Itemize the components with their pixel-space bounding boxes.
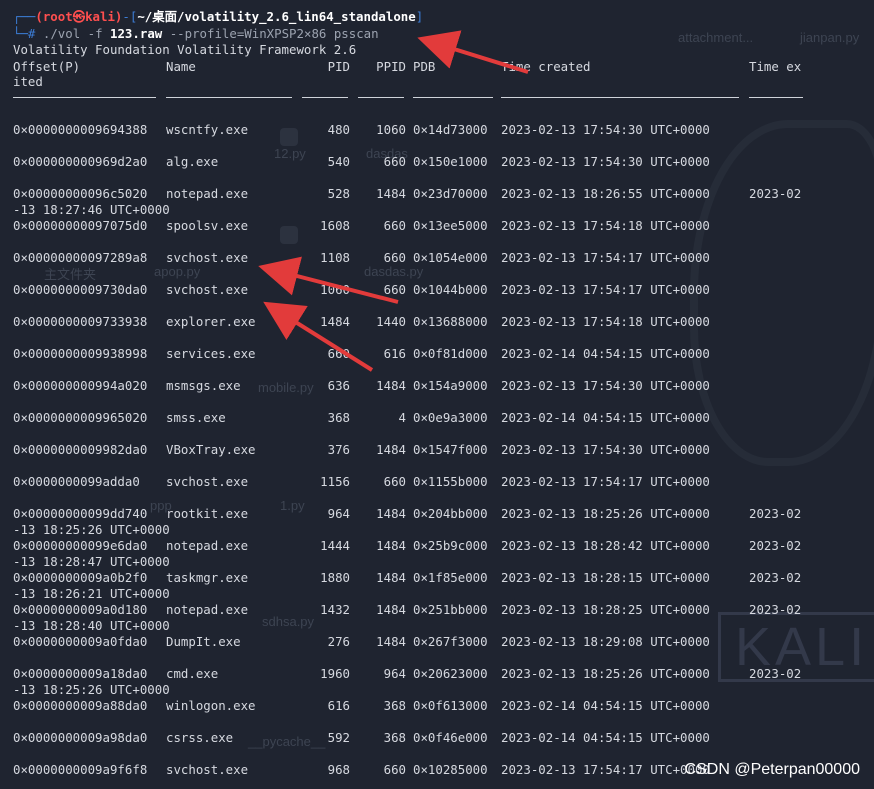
arrow-to-svchost-1108: [258, 256, 399, 304]
arrow-to-svchost-1060: [263, 301, 374, 372]
csdn-watermark: CSDN @Peterpan00000: [684, 761, 860, 778]
annotation-arrows: [258, 30, 529, 372]
arrow-to-command: [417, 30, 529, 74]
